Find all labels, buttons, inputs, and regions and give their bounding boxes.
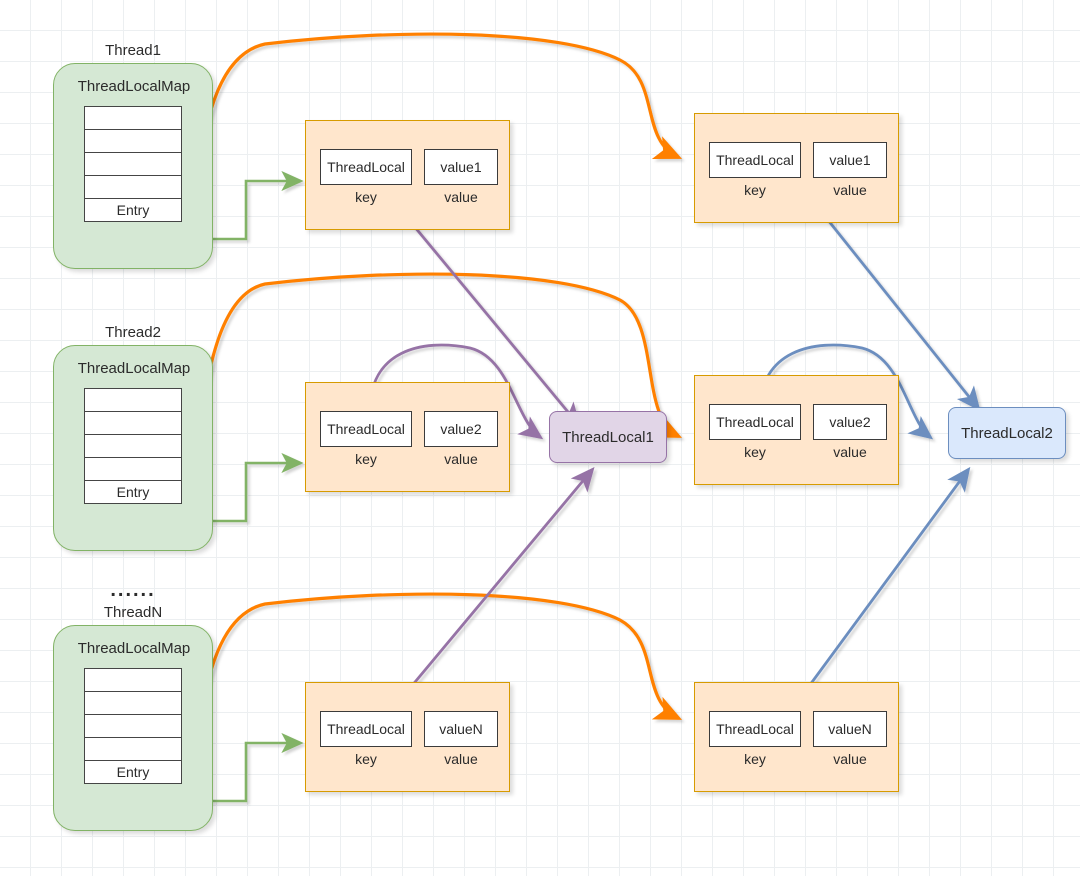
- entry-value-caption: value: [444, 189, 478, 205]
- thread-title-1: Thread1: [105, 42, 161, 59]
- entry-key-caption: key: [355, 189, 377, 205]
- threadlocalmap-table-2: Entry: [84, 388, 182, 504]
- entry-key-cell: ThreadLocal: [320, 149, 412, 185]
- threadlocalmap-table-1: Entry: [84, 106, 182, 222]
- entry-value-cell: value1: [813, 142, 887, 178]
- blue-edge-from-entryn: [788, 466, 971, 714]
- map-row: [84, 106, 182, 130]
- entry-value-cell: value2: [424, 411, 498, 447]
- entry-box-left-1: ThreadLocal value1 key value: [305, 120, 510, 230]
- thread-box-1: ThreadLocalMap Entry: [53, 63, 213, 269]
- map-row: [84, 175, 182, 199]
- entry-value-caption: value: [444, 751, 478, 767]
- entry-box-right-2: ThreadLocal value2 key value: [694, 375, 899, 485]
- thread-title-n: ThreadN: [103, 604, 163, 621]
- map-row: [84, 737, 182, 761]
- threadlocal1-node: ThreadLocal1: [549, 411, 667, 463]
- entry-key-caption: key: [744, 751, 766, 767]
- entry-key-caption: key: [744, 444, 766, 460]
- map-row-entry: Entry: [84, 198, 182, 222]
- threadlocal2-node: ThreadLocal2: [948, 407, 1066, 459]
- threadlocalmap-label-n: ThreadLocalMap: [77, 640, 191, 657]
- diagram-canvas: Thread1 ThreadLocalMap Entry Thread2 Thr…: [0, 0, 1080, 876]
- entry-box-right-1: ThreadLocal value1 key value: [694, 113, 899, 223]
- map-row: [84, 152, 182, 176]
- thread-title-2: Thread2: [105, 324, 161, 341]
- entry-value-cell: valueN: [424, 711, 498, 747]
- map-row-entry: Entry: [84, 760, 182, 784]
- entry-key-caption: key: [355, 451, 377, 467]
- entry-key-cell: ThreadLocal: [320, 411, 412, 447]
- entry-value-caption: value: [833, 751, 867, 767]
- threadlocalmap-label-2: ThreadLocalMap: [77, 360, 191, 377]
- purple-edge-from-entryn: [388, 466, 595, 714]
- map-row: [84, 714, 182, 738]
- threadlocalmap-table-n: Entry: [84, 668, 182, 784]
- entry-value-cell: valueN: [813, 711, 887, 747]
- entry-value-caption: value: [833, 182, 867, 198]
- entry-value-caption: value: [444, 451, 478, 467]
- map-row: [84, 434, 182, 458]
- entry-key-caption: key: [355, 751, 377, 767]
- entry-key-caption: key: [744, 182, 766, 198]
- map-row: [84, 691, 182, 715]
- map-row: [84, 668, 182, 692]
- entry-key-cell: ThreadLocal: [709, 711, 801, 747]
- map-row: [84, 411, 182, 435]
- entry-box-left-n: ThreadLocal valueN key value: [305, 682, 510, 792]
- entry-box-right-n: ThreadLocal valueN key value: [694, 682, 899, 792]
- entry-value-cell: value2: [813, 404, 887, 440]
- entry-value-caption: value: [833, 444, 867, 460]
- thread-box-2: ThreadLocalMap Entry: [53, 345, 213, 551]
- entry-value-cell: value1: [424, 149, 498, 185]
- entry-key-cell: ThreadLocal: [709, 404, 801, 440]
- thread-ellipsis: ......: [110, 579, 156, 601]
- map-row-entry: Entry: [84, 480, 182, 504]
- map-row: [84, 129, 182, 153]
- threadlocalmap-label-1: ThreadLocalMap: [77, 78, 191, 95]
- map-row: [84, 388, 182, 412]
- entry-key-cell: ThreadLocal: [320, 711, 412, 747]
- entry-key-cell: ThreadLocal: [709, 142, 801, 178]
- entry-box-left-2: ThreadLocal value2 key value: [305, 382, 510, 492]
- map-row: [84, 457, 182, 481]
- thread-box-n: ThreadLocalMap Entry: [53, 625, 213, 831]
